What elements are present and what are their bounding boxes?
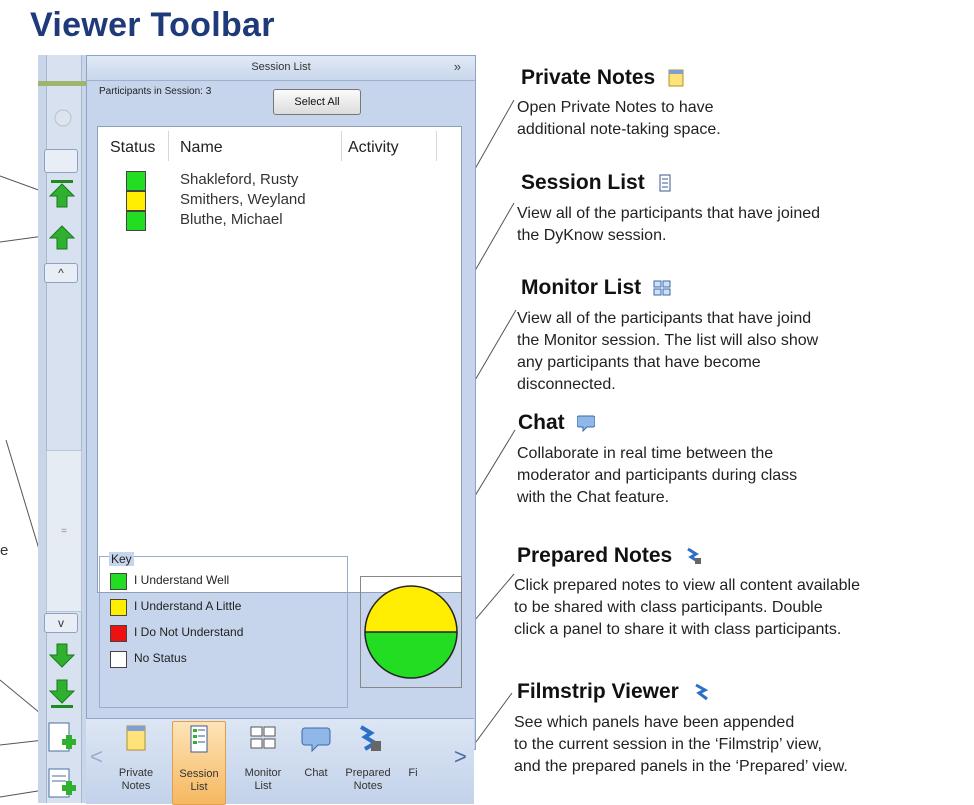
callout-title-filmstrip-viewer: Filmstrip Viewer: [517, 680, 709, 704]
pointer-icon[interactable]: [50, 105, 76, 131]
status-square: [126, 191, 146, 211]
nav-chat[interactable]: Chat: [296, 721, 336, 803]
nav-label: Fi: [408, 767, 418, 779]
participants-count: Participants in Session: 3: [99, 86, 212, 97]
key-title: Key: [109, 552, 134, 566]
callout-text-filmstrip-viewer: See which panels have been appended to th…: [514, 714, 848, 775]
key-label: I Do Not Understand: [134, 625, 244, 639]
callout-title-chat: Chat: [518, 411, 595, 435]
blank-button[interactable]: [44, 149, 78, 173]
nav-prev-arrow[interactable]: <: [90, 744, 103, 770]
key-label: No Status: [134, 651, 187, 665]
add-page-icon[interactable]: [46, 721, 78, 757]
nav-session-list[interactable]: Session List: [172, 721, 226, 805]
prepared-notes-icon: [359, 725, 381, 751]
status-key: I Understand Well I Understand A Little …: [99, 556, 348, 708]
key-swatch: [110, 599, 127, 616]
key-swatch: [110, 651, 127, 668]
callout-text-monitor-list: View all of the participants that have j…: [517, 310, 819, 393]
participant-name[interactable]: Smithers, Weyland: [180, 191, 306, 208]
column-header-name[interactable]: Name: [180, 139, 223, 157]
understanding-pie-frame: [360, 576, 462, 688]
scroll-down-button[interactable]: v: [44, 613, 78, 633]
key-swatch: [110, 573, 127, 590]
panel-title: Session List: [251, 61, 311, 73]
nav-filmstrip[interactable]: Fi: [402, 721, 424, 803]
nav-prepared-notes[interactable]: Prepared Notes: [338, 721, 398, 803]
nav-next-arrow[interactable]: >: [454, 744, 467, 770]
scrollbar-track[interactable]: =: [46, 450, 82, 612]
private-notes-icon: [668, 69, 684, 87]
key-label: I Understand Well: [134, 573, 230, 587]
session-list-icon: [659, 174, 671, 192]
status-square: [126, 171, 146, 191]
panel-nav-bar: < Private Notes Session List Monitor List C…: [86, 718, 474, 805]
private-notes-icon: [126, 725, 146, 751]
session-list-panel: Session List » Participants in Session: …: [86, 55, 476, 750]
column-header-activity[interactable]: Activity: [348, 139, 399, 157]
status-square: [126, 211, 146, 231]
key-label: I Understand A Little: [134, 599, 242, 613]
nav-label: Session: [179, 768, 219, 780]
expand-chevron-icon[interactable]: »: [454, 59, 461, 74]
move-up-icon[interactable]: [48, 223, 76, 251]
panel-header: Session List »: [87, 56, 475, 81]
callout-text-prepared-notes: Click prepared notes to view all content…: [514, 577, 860, 638]
monitor-list-icon: [653, 280, 671, 296]
nav-label: Private: [118, 767, 154, 779]
understanding-pie-chart: [364, 585, 458, 679]
nav-label: List: [254, 780, 272, 792]
nav-label: Monitor: [244, 767, 282, 779]
left-fragment-text: e: [0, 542, 9, 559]
nav-label: Notes: [121, 780, 151, 792]
participant-name[interactable]: Bluthe, Michael: [180, 211, 283, 228]
participant-name[interactable]: Shakleford, Rusty: [180, 171, 298, 188]
add-text-page-icon[interactable]: [46, 767, 78, 803]
scroll-up-button[interactable]: ^: [44, 263, 78, 283]
callout-title-monitor-list: Monitor List: [521, 276, 671, 300]
key-swatch: [110, 625, 127, 642]
move-down-icon[interactable]: [48, 641, 76, 669]
nav-monitor-list[interactable]: Monitor List: [236, 721, 290, 803]
prepared-notes-icon: [687, 548, 702, 565]
chat-icon: [301, 727, 331, 753]
session-list-icon: [190, 725, 208, 753]
monitor-list-icon: [250, 726, 276, 749]
viewer-toolbar-strip: ^ = v: [38, 55, 86, 803]
column-header-status[interactable]: Status: [110, 139, 155, 157]
callout-title-prepared-notes: Prepared Notes: [517, 544, 702, 568]
callout-text-private-notes: Open Private Notes to have additional not…: [517, 99, 721, 138]
nav-private-notes[interactable]: Private Notes: [112, 721, 160, 803]
chat-icon: [576, 415, 595, 433]
callout-title-session-list: Session List: [521, 171, 673, 195]
filmstrip-icon: [694, 684, 708, 701]
callout-title-private-notes: Private Notes: [521, 66, 685, 90]
nav-label: List: [190, 781, 208, 793]
move-to-top-icon[interactable]: [46, 177, 78, 209]
callout-text-session-list: View all of the participants that have j…: [517, 205, 821, 244]
nav-label: Notes: [353, 780, 383, 792]
nav-label: Prepared: [345, 767, 391, 779]
select-all-button[interactable]: Select All: [273, 89, 361, 115]
move-to-bottom-icon[interactable]: [46, 679, 78, 711]
participant-list[interactable]: Status Name Activity Shakleford, Rusty S…: [97, 126, 462, 593]
nav-label: Chat: [304, 767, 328, 779]
callout-text-chat: Collaborate in real time between the mode…: [517, 445, 798, 506]
